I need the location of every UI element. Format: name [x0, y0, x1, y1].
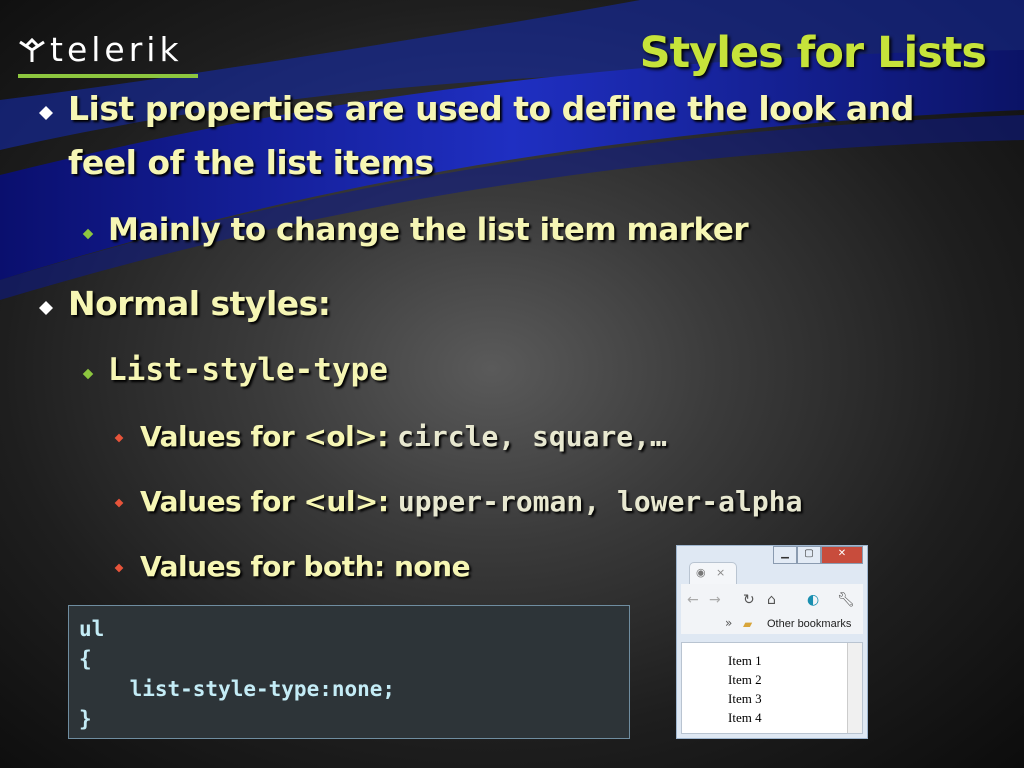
maximize-icon[interactable]: ▢ — [797, 546, 821, 564]
close-window-icon[interactable]: ✕ — [821, 546, 863, 564]
diamond-bullet-icon — [82, 228, 94, 240]
diamond-bullet-icon — [82, 368, 94, 380]
wrench-icon[interactable]: 🔧︎ — [837, 592, 855, 608]
list-item: Item 1 — [728, 653, 762, 668]
diamond-bullet-icon — [114, 498, 124, 508]
code-sample: ul { list-style-type:none; } — [68, 605, 630, 739]
values-ul-label: Values for <ul>: — [140, 485, 398, 518]
bullet-values-ol: Values for <ol>: circle, square,… — [140, 420, 667, 453]
diamond-bullet-icon — [39, 106, 53, 120]
chevron-icon[interactable]: » — [725, 616, 732, 630]
home-icon[interactable]: ⌂ — [767, 592, 776, 608]
folder-icon: ▰ — [743, 617, 753, 631]
forward-icon[interactable]: → — [709, 592, 721, 608]
telerik-mark-icon — [19, 37, 45, 62]
bullet-values-ul: Values for <ul>: upper-roman, lower-alph… — [140, 485, 802, 518]
globe-icon: ◉ — [696, 566, 706, 579]
extension-icon[interactable]: ◐ — [807, 592, 819, 608]
bullet-list-properties: List properties are used to define the l… — [68, 82, 914, 190]
diamond-bullet-icon — [39, 301, 53, 315]
slide-title: Styles for Lists — [639, 28, 987, 78]
browser-page: Item 1 Item 2 Item 3 Item 4 — [681, 642, 863, 734]
bullet-values-both: Values for both: none — [140, 550, 471, 583]
code-line: ul — [79, 617, 105, 641]
code-line: } — [79, 707, 92, 731]
logo-wordmark: telerik — [50, 30, 183, 69]
values-ol-code: circle, square,… — [397, 420, 667, 453]
values-both-value: none — [394, 550, 471, 583]
bullet-marker-change: Mainly to change the list item marker — [108, 212, 749, 248]
diamond-bullet-icon — [114, 433, 124, 443]
values-ol-label: Values for <ol>: — [140, 420, 398, 453]
tab-close-icon[interactable]: × — [716, 566, 725, 579]
window-controls: ▁ ▢ ✕ — [773, 546, 863, 564]
minimize-icon[interactable]: ▁ — [773, 546, 797, 564]
values-both-label: Values for both: — [140, 550, 394, 583]
reload-icon[interactable]: ↻ — [743, 592, 755, 608]
scrollbar[interactable] — [847, 643, 862, 733]
logo-underline — [18, 74, 198, 78]
diamond-bullet-icon — [114, 563, 124, 573]
list-item: Item 3 — [728, 691, 762, 706]
other-bookmarks-link[interactable]: Other bookmarks — [767, 618, 851, 630]
code-line: list-style-type:none; — [79, 677, 396, 701]
list-item: Item 4 — [728, 710, 762, 725]
bullet-line-1: List properties are used to define the l… — [68, 89, 914, 128]
bullet-list-style-type: List-style-type — [108, 352, 388, 388]
browser-toolbar: ← → ↻ ⌂ ◐ 🔧︎ » ▰ Other bookmarks — [681, 584, 863, 634]
code-line: { — [79, 647, 92, 671]
browser-tab[interactable]: ◉ × — [689, 562, 737, 585]
browser-screenshot: ▁ ▢ ✕ ◉ × ← → ↻ ⌂ ◐ 🔧︎ » ▰ Other bookmar… — [676, 545, 868, 739]
list-item: Item 2 — [728, 672, 762, 687]
bullet-normal-styles: Normal styles: — [68, 284, 331, 323]
list-style-type-code: List-style-type — [108, 352, 388, 388]
bullet-line-2: feel of the list items — [68, 143, 434, 182]
values-ul-code: upper-roman, lower-alpha — [397, 485, 803, 518]
back-icon[interactable]: ← — [687, 592, 699, 608]
